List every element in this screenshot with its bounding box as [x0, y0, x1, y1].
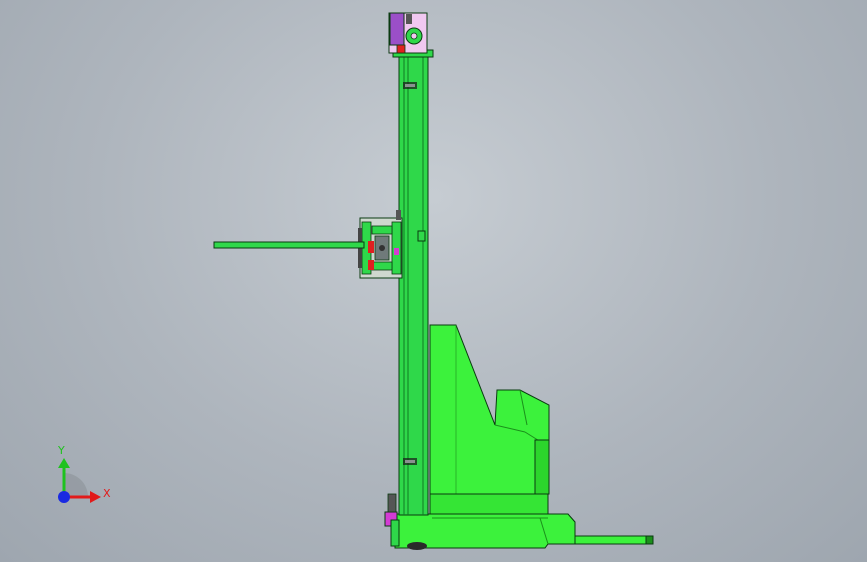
- fork-arm: [213, 241, 365, 249]
- carriage-assembly: [213, 210, 403, 279]
- y-axis-label: Y: [58, 444, 65, 457]
- x-axis-label: X: [103, 487, 111, 500]
- mast-rail: [398, 54, 429, 516]
- motor-housing: [389, 12, 405, 46]
- mast: [384, 49, 434, 547]
- forklift-stacker-model[interactable]: [0, 0, 867, 562]
- wheel: [407, 542, 427, 550]
- 3d-viewport[interactable]: X Y: [0, 0, 867, 562]
- chassis-body: [394, 324, 654, 550]
- top-motor-unit: [388, 12, 428, 54]
- counterweight-housing: [429, 324, 550, 495]
